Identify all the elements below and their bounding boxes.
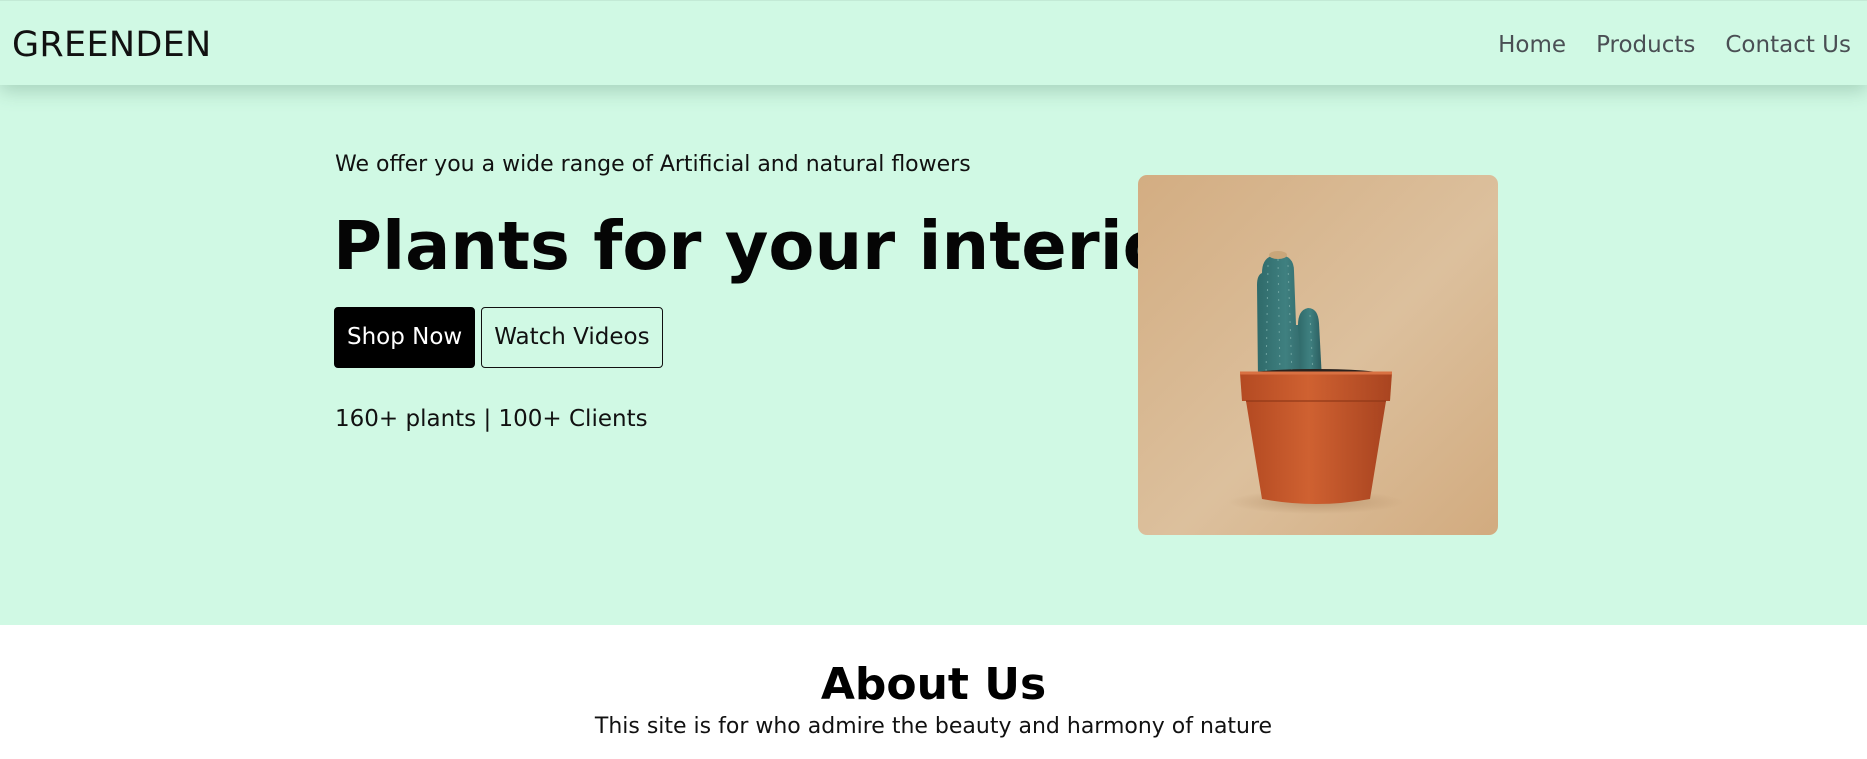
nav-link-home[interactable]: Home [1498,29,1566,61]
nav-link-contact-us[interactable]: Contact Us [1725,29,1851,61]
hero-stats: 160+ plants | 100+ Clients [335,406,648,432]
hero-button-row: Shop Now Watch Videos [334,307,663,368]
about-section: About Us This site is for who admire the… [0,625,1867,759]
nav-link-products[interactable]: Products [1596,29,1695,61]
watch-videos-button[interactable]: Watch Videos [481,307,663,368]
hero-tagline: We offer you a wide range of Artificial … [335,152,971,177]
brand-logo[interactable]: GREENDEN [12,23,212,67]
potted-cactus-image [1138,175,1498,535]
hero-section: We offer you a wide range of Artificial … [0,85,1867,625]
about-title: About Us [820,659,1047,710]
shop-now-button[interactable]: Shop Now [334,307,476,368]
top-navbar: GREENDEN Home Products Contact Us [0,0,1867,85]
potted-cactus-illustration [1138,175,1498,535]
about-description: This site is for who admire the beauty a… [594,714,1273,739]
nav-links: Home Products Contact Us [1498,29,1851,61]
hero-headline: Plants for your interior [333,207,1202,285]
